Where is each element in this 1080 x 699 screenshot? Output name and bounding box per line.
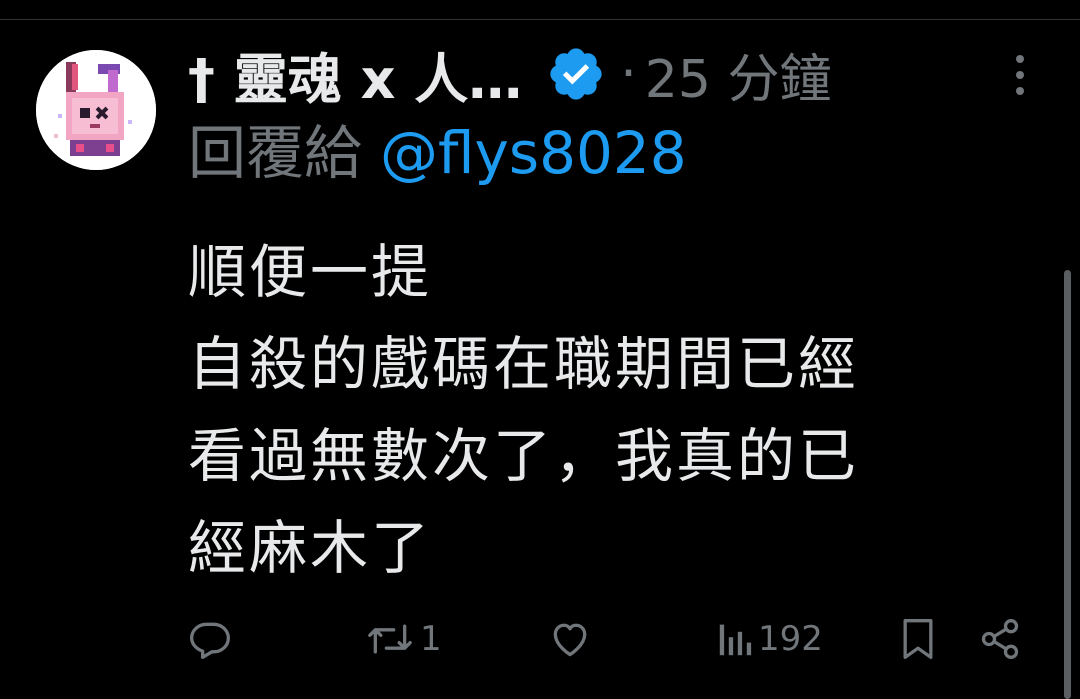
avatar[interactable] [36,50,156,170]
like-button[interactable] [548,606,596,672]
more-button[interactable] [1000,50,1040,100]
pixel-bunny-avatar-icon [36,50,156,170]
views-count: 192 [758,619,823,659]
views-button[interactable]: 192 [718,606,823,672]
heart-icon [553,623,587,657]
tweet-text: 順便一提 自殺的戲碼在職期間已經 看過無數次了，我真的已 經麻木了 [188,238,860,582]
repost-count: 1 [420,619,442,659]
timestamp[interactable]: 25 分鐘 [645,37,832,112]
separator-dot: · [620,44,637,104]
repost-button[interactable]: 1 [364,606,442,672]
action-bar: 1 192 [0,606,1080,672]
tweet-header: † 靈魂 x 人… · 25 分鐘 [188,34,831,114]
reply-context: 回覆給 @flys8028 [188,118,687,188]
more-vertical-icon [1016,55,1024,95]
reply-button[interactable] [188,606,236,672]
reply-handle-link[interactable]: @flys8028 [380,119,687,187]
reply-icon [190,622,230,659]
verified-badge-icon [546,44,606,104]
views-icon [719,624,752,656]
scrollbar[interactable] [1064,270,1071,699]
bookmark-icon [903,619,933,659]
share-icon [981,619,1019,659]
display-name[interactable]: † 靈魂 x 人… [188,35,522,114]
reply-prefix: 回覆給 [188,119,363,187]
top-divider [0,19,1080,20]
share-button[interactable] [978,606,1022,672]
bookmark-button[interactable] [898,606,938,672]
repost-icon [368,624,412,654]
